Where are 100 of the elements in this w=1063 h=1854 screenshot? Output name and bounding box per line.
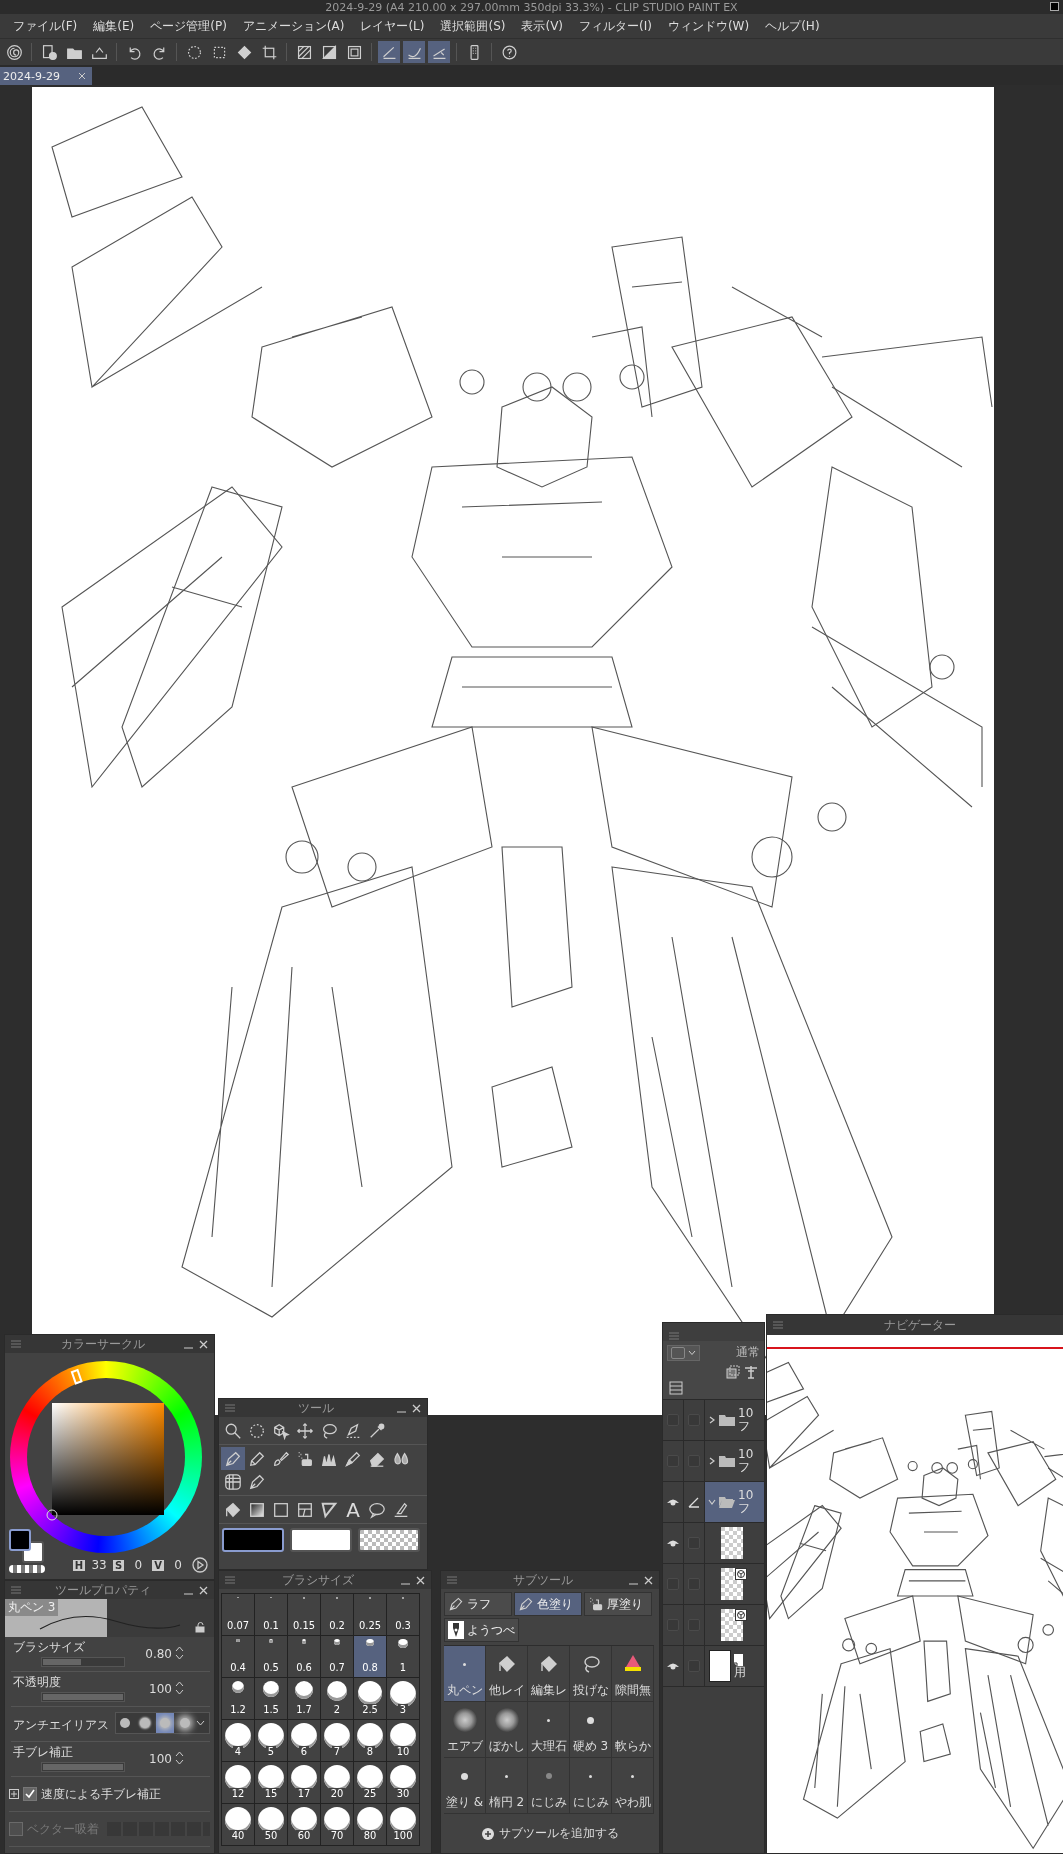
brush-size-option[interactable]: 2.5 bbox=[354, 1678, 387, 1720]
close-icon[interactable] bbox=[412, 1403, 421, 1413]
menu-item[interactable]: フィルター(I) bbox=[572, 17, 659, 35]
brush-size-option[interactable]: 10 bbox=[387, 1720, 420, 1762]
brush-size-option[interactable]: 0.6 bbox=[288, 1636, 321, 1678]
lighthouse-icon[interactable] bbox=[744, 1365, 758, 1379]
chevron-down-icon[interactable] bbox=[708, 1498, 716, 1506]
layer-row[interactable]: 10 フ bbox=[705, 1441, 764, 1481]
brush-size-option[interactable]: 70 bbox=[321, 1804, 354, 1846]
toolbar-button[interactable] bbox=[378, 41, 400, 63]
sub-tool-item[interactable]: 軟らか bbox=[612, 1702, 654, 1758]
menu-item[interactable]: 編集(E) bbox=[86, 17, 142, 35]
toolbar-button[interactable] bbox=[428, 41, 450, 63]
brush-size-option[interactable]: 0.15 bbox=[288, 1594, 321, 1636]
brush-size-option[interactable]: 0.25 bbox=[354, 1594, 387, 1636]
layer-color-dropdown[interactable] bbox=[667, 1344, 700, 1361]
menu-item[interactable]: 選択範囲(S) bbox=[433, 17, 513, 35]
menu-item[interactable]: ファイル(F) bbox=[6, 17, 85, 35]
brush-size-option[interactable]: 1.2 bbox=[222, 1678, 255, 1720]
color-swatch[interactable] bbox=[358, 1528, 420, 1552]
brush-size-option[interactable]: 3 bbox=[387, 1678, 420, 1720]
main-color-swatch[interactable] bbox=[9, 1529, 31, 1551]
sub-tool-item[interactable]: エアブ bbox=[444, 1702, 486, 1758]
play-icon[interactable] bbox=[192, 1557, 208, 1573]
saturation-value-square[interactable] bbox=[52, 1403, 164, 1515]
brush-size-option[interactable]: 8 bbox=[354, 1720, 387, 1762]
brush-size-option[interactable]: 2 bbox=[321, 1678, 354, 1720]
sub-tool-item[interactable]: 丸ペン bbox=[444, 1646, 486, 1702]
brush-size-option[interactable]: 20 bbox=[321, 1762, 354, 1804]
menu-item[interactable]: アニメーション(A) bbox=[235, 17, 352, 35]
menu-item[interactable]: ヘルプ(H) bbox=[758, 17, 827, 35]
window-button-icon[interactable] bbox=[1050, 2, 1059, 11]
brush-size-option[interactable]: 60 bbox=[288, 1804, 321, 1846]
brush-size-option[interactable]: 0.2 bbox=[321, 1594, 354, 1636]
brush-size-option[interactable]: 1 bbox=[387, 1636, 420, 1678]
layer-list-icon[interactable] bbox=[669, 1381, 683, 1395]
brush-size-option[interactable]: 100 bbox=[387, 1804, 420, 1846]
menu-item[interactable]: 表示(V) bbox=[514, 17, 571, 35]
sub-tool-item[interactable]: 隙間無 bbox=[612, 1646, 654, 1702]
eye-icon[interactable] bbox=[666, 1538, 680, 1548]
add-sub-tool-button[interactable]: サブツールを追加する bbox=[475, 1824, 625, 1843]
brush-size-option[interactable]: 5 bbox=[255, 1720, 288, 1762]
brush-size-option[interactable]: 0.8 bbox=[354, 1636, 387, 1678]
tool-button[interactable] bbox=[221, 1447, 245, 1470]
brush-size-option[interactable]: 7 bbox=[321, 1720, 354, 1762]
brush-size-option[interactable]: 1.7 bbox=[288, 1678, 321, 1720]
expand-plus-icon[interactable] bbox=[9, 1789, 19, 1799]
brush-size-option[interactable]: 12 bbox=[222, 1762, 255, 1804]
spinner-icon[interactable] bbox=[175, 1750, 184, 1766]
chevron-right-icon[interactable] bbox=[708, 1416, 716, 1424]
sub-tool-item[interactable]: やわ肌 bbox=[612, 1758, 654, 1814]
sub-tool-item[interactable]: 塗り & bbox=[444, 1758, 486, 1814]
brush-size-option[interactable]: 6 bbox=[288, 1720, 321, 1762]
sub-tool-item[interactable]: にじみ bbox=[528, 1758, 570, 1814]
toolbar-button[interactable] bbox=[403, 41, 425, 63]
spinner-icon[interactable] bbox=[175, 1680, 184, 1696]
spinner-icon[interactable] bbox=[175, 1645, 184, 1661]
brush-size-option[interactable]: 80 bbox=[354, 1804, 387, 1846]
eye-icon[interactable] bbox=[666, 1497, 680, 1507]
sub-tool-item[interactable]: 他レイ bbox=[486, 1646, 528, 1702]
brush-size-option[interactable]: 0.3 bbox=[387, 1594, 420, 1636]
brush-size-option[interactable]: 50 bbox=[255, 1804, 288, 1846]
sub-tool-item[interactable]: 楕円 2 bbox=[486, 1758, 528, 1814]
transparent-color-swatch[interactable] bbox=[9, 1565, 45, 1573]
color-swatch[interactable] bbox=[290, 1528, 352, 1552]
close-icon[interactable] bbox=[416, 1575, 425, 1585]
brush-size-option[interactable]: 25 bbox=[354, 1762, 387, 1804]
layer-thumbnail[interactable] bbox=[721, 1527, 743, 1559]
checkbox[interactable] bbox=[23, 1787, 37, 1801]
hue-marker[interactable] bbox=[70, 1368, 83, 1385]
close-icon[interactable] bbox=[199, 1339, 208, 1349]
brush-size-option[interactable]: 4 bbox=[222, 1720, 255, 1762]
brush-size-option[interactable]: 0.4 bbox=[222, 1636, 255, 1678]
brush-size-option[interactable]: 17 bbox=[288, 1762, 321, 1804]
sub-tool-item[interactable]: にじみ bbox=[570, 1758, 612, 1814]
document-tab[interactable]: 2024-9-29 bbox=[0, 67, 92, 85]
menu-item[interactable]: ページ管理(P) bbox=[143, 17, 234, 35]
canvas-page[interactable] bbox=[32, 87, 994, 1415]
tool-button[interactable]: A bbox=[341, 1498, 365, 1521]
close-icon[interactable] bbox=[644, 1575, 653, 1585]
color-swatch[interactable] bbox=[222, 1528, 284, 1552]
layer-row[interactable]: 10 フ bbox=[705, 1400, 764, 1440]
slider-track[interactable] bbox=[41, 1657, 125, 1667]
menu-item[interactable]: ウィンドウ(W) bbox=[660, 17, 757, 35]
sub-tool-item[interactable]: 投げな bbox=[570, 1646, 612, 1702]
brush-size-option[interactable]: 1.5 bbox=[255, 1678, 288, 1720]
close-icon[interactable] bbox=[199, 1585, 208, 1595]
sub-tool-item[interactable]: 硬め 3 bbox=[570, 1702, 612, 1758]
sub-tool-group-tab[interactable]: ラフ bbox=[444, 1592, 512, 1616]
clip-icon[interactable] bbox=[726, 1365, 740, 1379]
layer-row[interactable]: 10 フ bbox=[705, 1482, 764, 1522]
sub-tool-group-tab[interactable]: ようつべ bbox=[444, 1618, 519, 1642]
blend-mode-label[interactable]: 通常 bbox=[736, 1344, 760, 1361]
brush-size-option[interactable]: 40 bbox=[222, 1804, 255, 1846]
sub-tool-item[interactable]: 編集レ bbox=[528, 1646, 570, 1702]
brush-size-option[interactable]: 0.5 bbox=[255, 1636, 288, 1678]
brush-size-option[interactable]: 30 bbox=[387, 1762, 420, 1804]
lock-icon[interactable] bbox=[195, 1622, 206, 1633]
sub-tool-item[interactable]: ぼかし bbox=[486, 1702, 528, 1758]
chevron-right-icon[interactable] bbox=[708, 1457, 716, 1465]
